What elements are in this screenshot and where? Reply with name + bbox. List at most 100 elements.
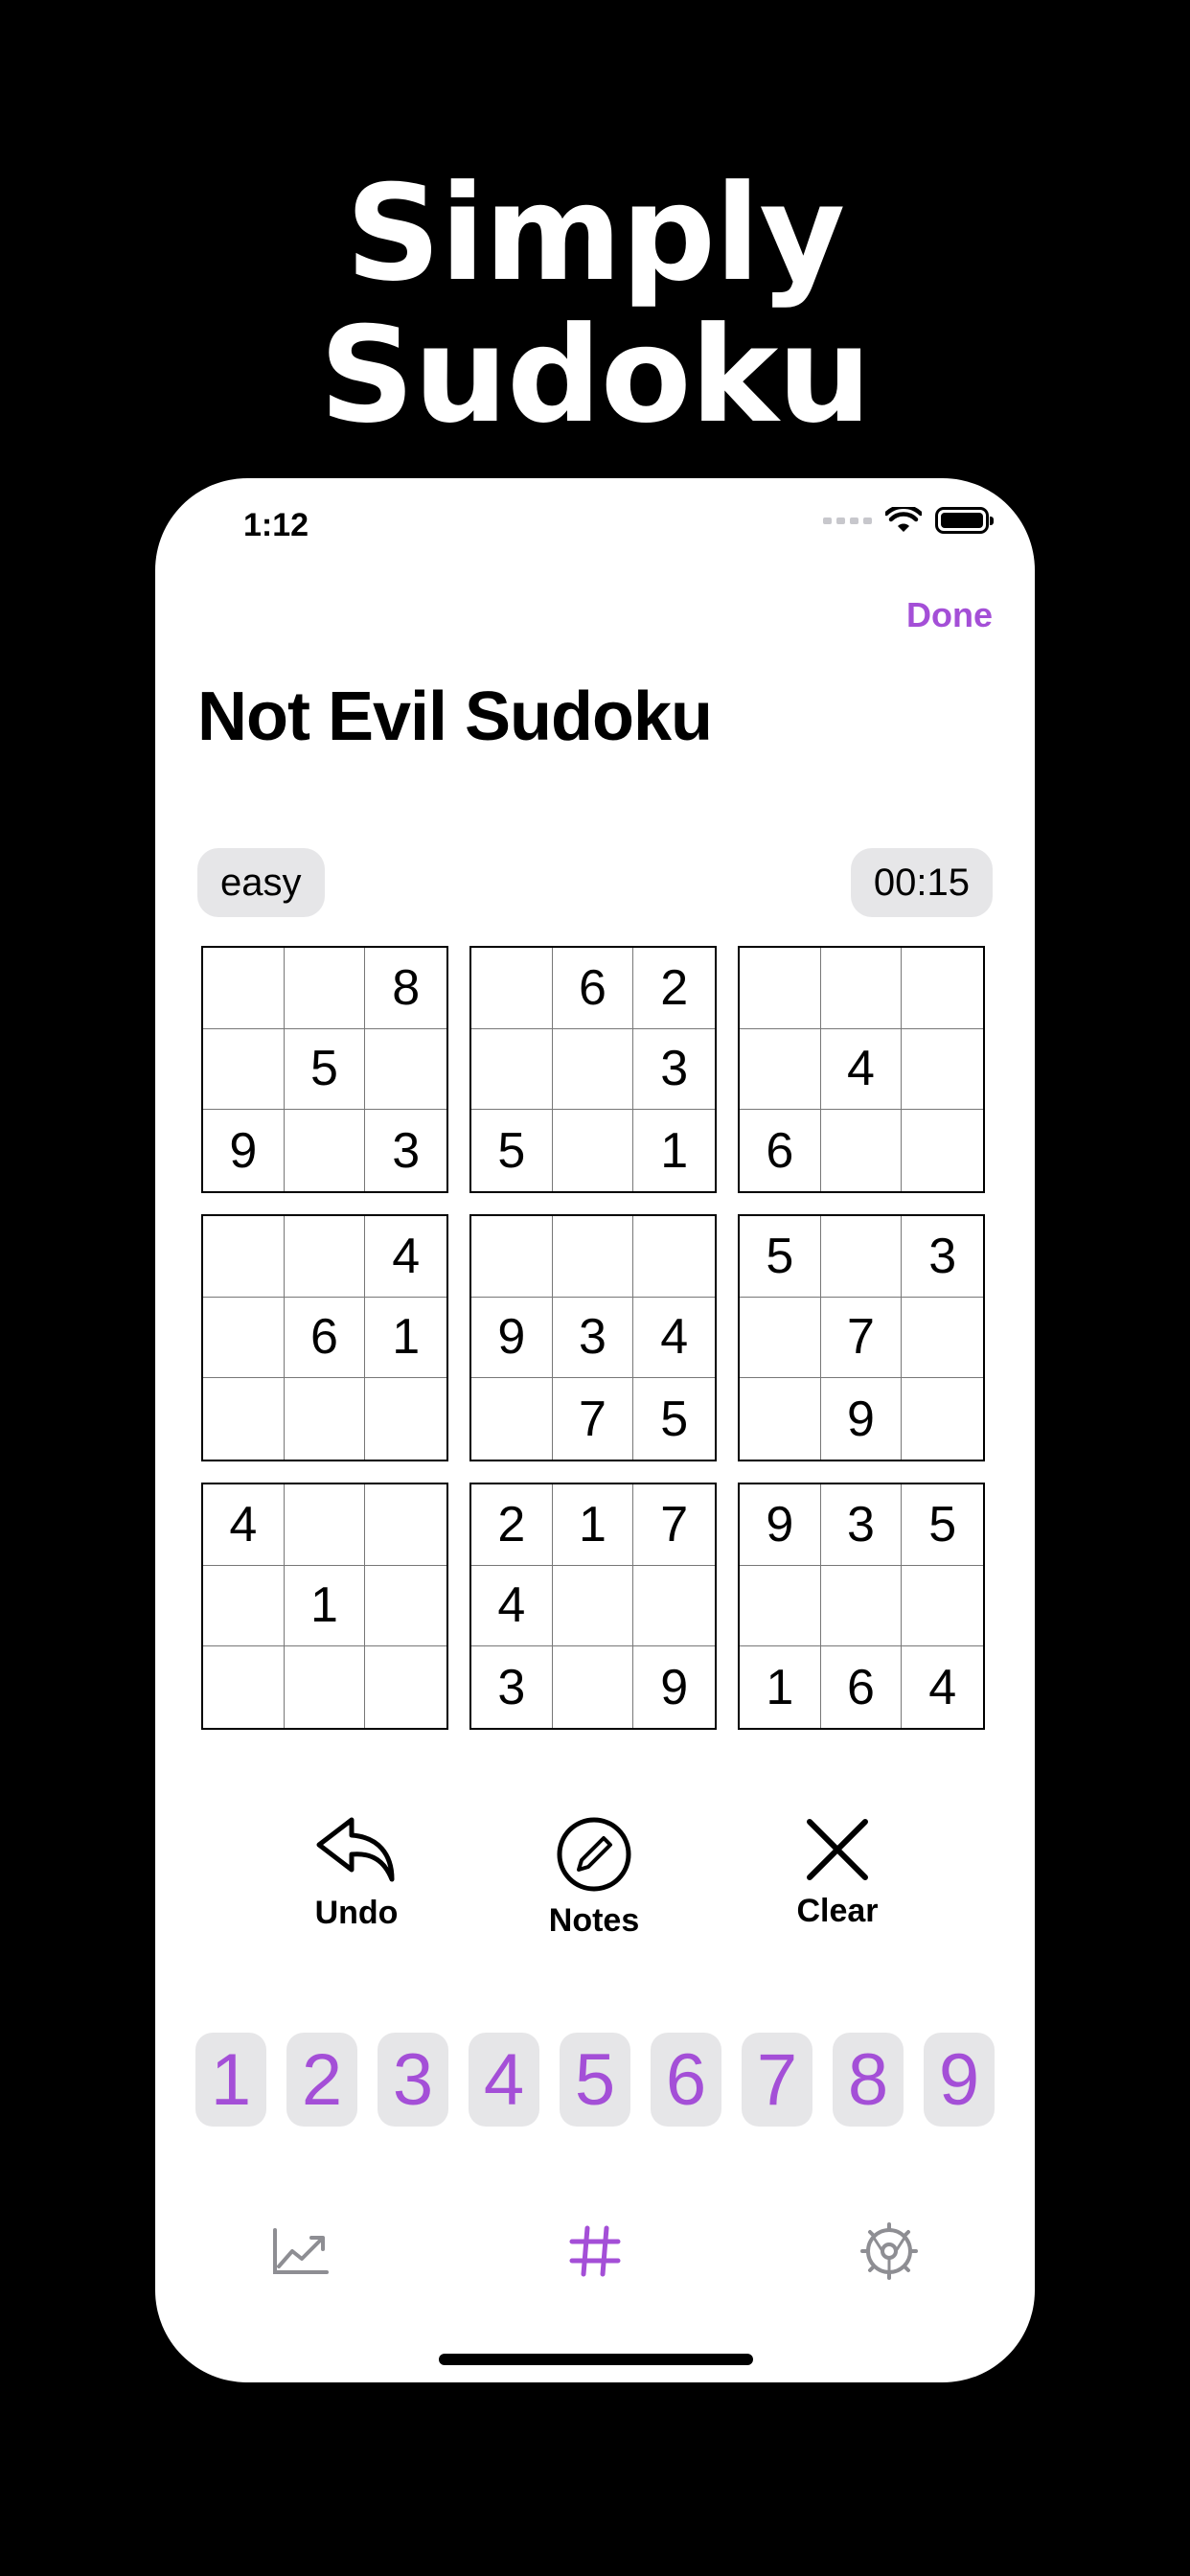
sudoku-cell[interactable]	[821, 1110, 903, 1191]
sudoku-cell[interactable]	[284, 1484, 366, 1566]
sudoku-cell[interactable]	[203, 1028, 285, 1111]
tab-statistics[interactable]	[263, 2213, 339, 2289]
sudoku-cell[interactable]: 6	[821, 1646, 903, 1728]
sudoku-cell[interactable]	[203, 1378, 285, 1460]
sudoku-cell[interactable]	[284, 1216, 366, 1298]
sudoku-cell[interactable]	[365, 1566, 446, 1647]
sudoku-cell[interactable]: 4	[820, 1028, 903, 1111]
done-button[interactable]: Done	[906, 595, 993, 635]
sudoku-cell[interactable]	[285, 1378, 366, 1460]
clear-button[interactable]: Clear	[790, 1816, 885, 1930]
sudoku-cell[interactable]: 6	[740, 1110, 821, 1191]
sudoku-cell[interactable]	[820, 1565, 903, 1647]
sudoku-cell[interactable]: 7	[553, 1378, 634, 1460]
settings-gear-icon	[860, 2222, 918, 2280]
sudoku-cell[interactable]	[740, 1378, 821, 1460]
sudoku-cell[interactable]: 3	[633, 1029, 715, 1111]
sudoku-cell[interactable]	[203, 1646, 285, 1728]
sudoku-cell[interactable]: 8	[365, 948, 446, 1029]
sudoku-cell[interactable]	[365, 1378, 446, 1460]
number-key-1[interactable]: 1	[195, 2033, 266, 2127]
sudoku-cell[interactable]: 3	[820, 1484, 903, 1566]
tab-game[interactable]	[557, 2213, 633, 2289]
sudoku-cell[interactable]	[471, 1216, 553, 1298]
sudoku-cell[interactable]: 4	[365, 1216, 446, 1298]
sudoku-cell[interactable]	[203, 948, 285, 1029]
sudoku-cell[interactable]: 1	[740, 1646, 821, 1728]
sudoku-cell[interactable]: 5	[471, 1110, 553, 1191]
sudoku-cell[interactable]	[365, 1484, 446, 1566]
tab-settings[interactable]	[851, 2213, 927, 2289]
sudoku-cell[interactable]: 1	[633, 1110, 715, 1191]
number-key-6[interactable]: 6	[651, 2033, 721, 2127]
sudoku-cell[interactable]: 9	[203, 1110, 285, 1191]
sudoku-cell[interactable]	[820, 948, 903, 1029]
sudoku-cell[interactable]: 5	[902, 1484, 983, 1566]
sudoku-cell[interactable]	[552, 1216, 634, 1298]
sudoku-cell[interactable]	[285, 1646, 366, 1728]
sudoku-cell[interactable]	[471, 948, 553, 1029]
sudoku-cell[interactable]	[633, 1216, 715, 1298]
number-key-9[interactable]: 9	[924, 2033, 995, 2127]
sudoku-cell[interactable]: 1	[552, 1484, 634, 1566]
sudoku-cell[interactable]	[365, 1029, 446, 1111]
sudoku-cell[interactable]: 5	[740, 1216, 821, 1298]
number-key-2[interactable]: 2	[286, 2033, 357, 2127]
sudoku-cell[interactable]	[203, 1216, 285, 1298]
sudoku-cell[interactable]: 9	[821, 1378, 903, 1460]
sudoku-cell[interactable]: 9	[633, 1646, 715, 1728]
sudoku-cell[interactable]: 4	[471, 1565, 553, 1647]
sudoku-cell[interactable]	[285, 1110, 366, 1191]
sudoku-cell[interactable]	[902, 1298, 983, 1379]
sudoku-cell[interactable]: 4	[902, 1646, 983, 1728]
sudoku-cell[interactable]: 2	[633, 948, 715, 1029]
sudoku-cell[interactable]	[902, 948, 983, 1029]
sudoku-cell[interactable]: 1	[284, 1565, 366, 1647]
sudoku-cell[interactable]	[284, 948, 366, 1029]
sudoku-cell[interactable]	[471, 1028, 553, 1111]
sudoku-cell[interactable]	[203, 1297, 285, 1379]
sudoku-cell[interactable]: 6	[552, 948, 634, 1029]
sudoku-cell[interactable]	[553, 1110, 634, 1191]
sudoku-cell[interactable]: 9	[740, 1484, 821, 1566]
sudoku-cell[interactable]: 3	[552, 1297, 634, 1379]
close-x-icon	[807, 1819, 868, 1880]
sudoku-cell[interactable]	[552, 1565, 634, 1647]
sudoku-cell[interactable]: 3	[902, 1216, 983, 1298]
sudoku-cell[interactable]	[203, 1565, 285, 1647]
sudoku-cell[interactable]: 1	[365, 1298, 446, 1379]
sudoku-cell[interactable]: 4	[633, 1298, 715, 1379]
sudoku-cell[interactable]: 3	[471, 1646, 553, 1728]
sudoku-cell[interactable]: 2	[471, 1484, 553, 1566]
notes-button[interactable]: Notes	[546, 1816, 642, 1940]
number-key-5[interactable]: 5	[560, 2033, 630, 2127]
number-key-8[interactable]: 8	[833, 2033, 904, 2127]
sudoku-cell[interactable]: 5	[633, 1378, 715, 1460]
sudoku-cell[interactable]	[740, 1028, 821, 1111]
sudoku-cell[interactable]: 6	[284, 1297, 366, 1379]
number-key-3[interactable]: 3	[378, 2033, 448, 2127]
sudoku-cell[interactable]	[740, 948, 821, 1029]
sudoku-cell[interactable]: 7	[633, 1484, 715, 1566]
sudoku-cell[interactable]	[902, 1378, 983, 1460]
undo-button[interactable]: Undo	[309, 1816, 404, 1932]
sudoku-cell[interactable]	[552, 1028, 634, 1111]
number-key-7[interactable]: 7	[742, 2033, 812, 2127]
sudoku-cell[interactable]: 7	[820, 1297, 903, 1379]
sudoku-cell[interactable]: 4	[203, 1484, 285, 1566]
sudoku-cell[interactable]	[633, 1566, 715, 1647]
sudoku-cell[interactable]: 9	[471, 1297, 553, 1379]
sudoku-cell[interactable]	[365, 1646, 446, 1728]
sudoku-cell[interactable]: 3	[365, 1110, 446, 1191]
sudoku-cell[interactable]	[902, 1029, 983, 1111]
sudoku-cell[interactable]: 5	[284, 1028, 366, 1111]
sudoku-cell[interactable]	[902, 1110, 983, 1191]
sudoku-cell[interactable]	[820, 1216, 903, 1298]
sudoku-cell[interactable]	[553, 1646, 634, 1728]
sudoku-cell[interactable]	[902, 1566, 983, 1647]
sudoku-box: 93475	[469, 1214, 717, 1461]
sudoku-cell[interactable]	[740, 1565, 821, 1647]
sudoku-cell[interactable]	[471, 1378, 553, 1460]
number-key-4[interactable]: 4	[469, 2033, 539, 2127]
sudoku-cell[interactable]	[740, 1297, 821, 1379]
